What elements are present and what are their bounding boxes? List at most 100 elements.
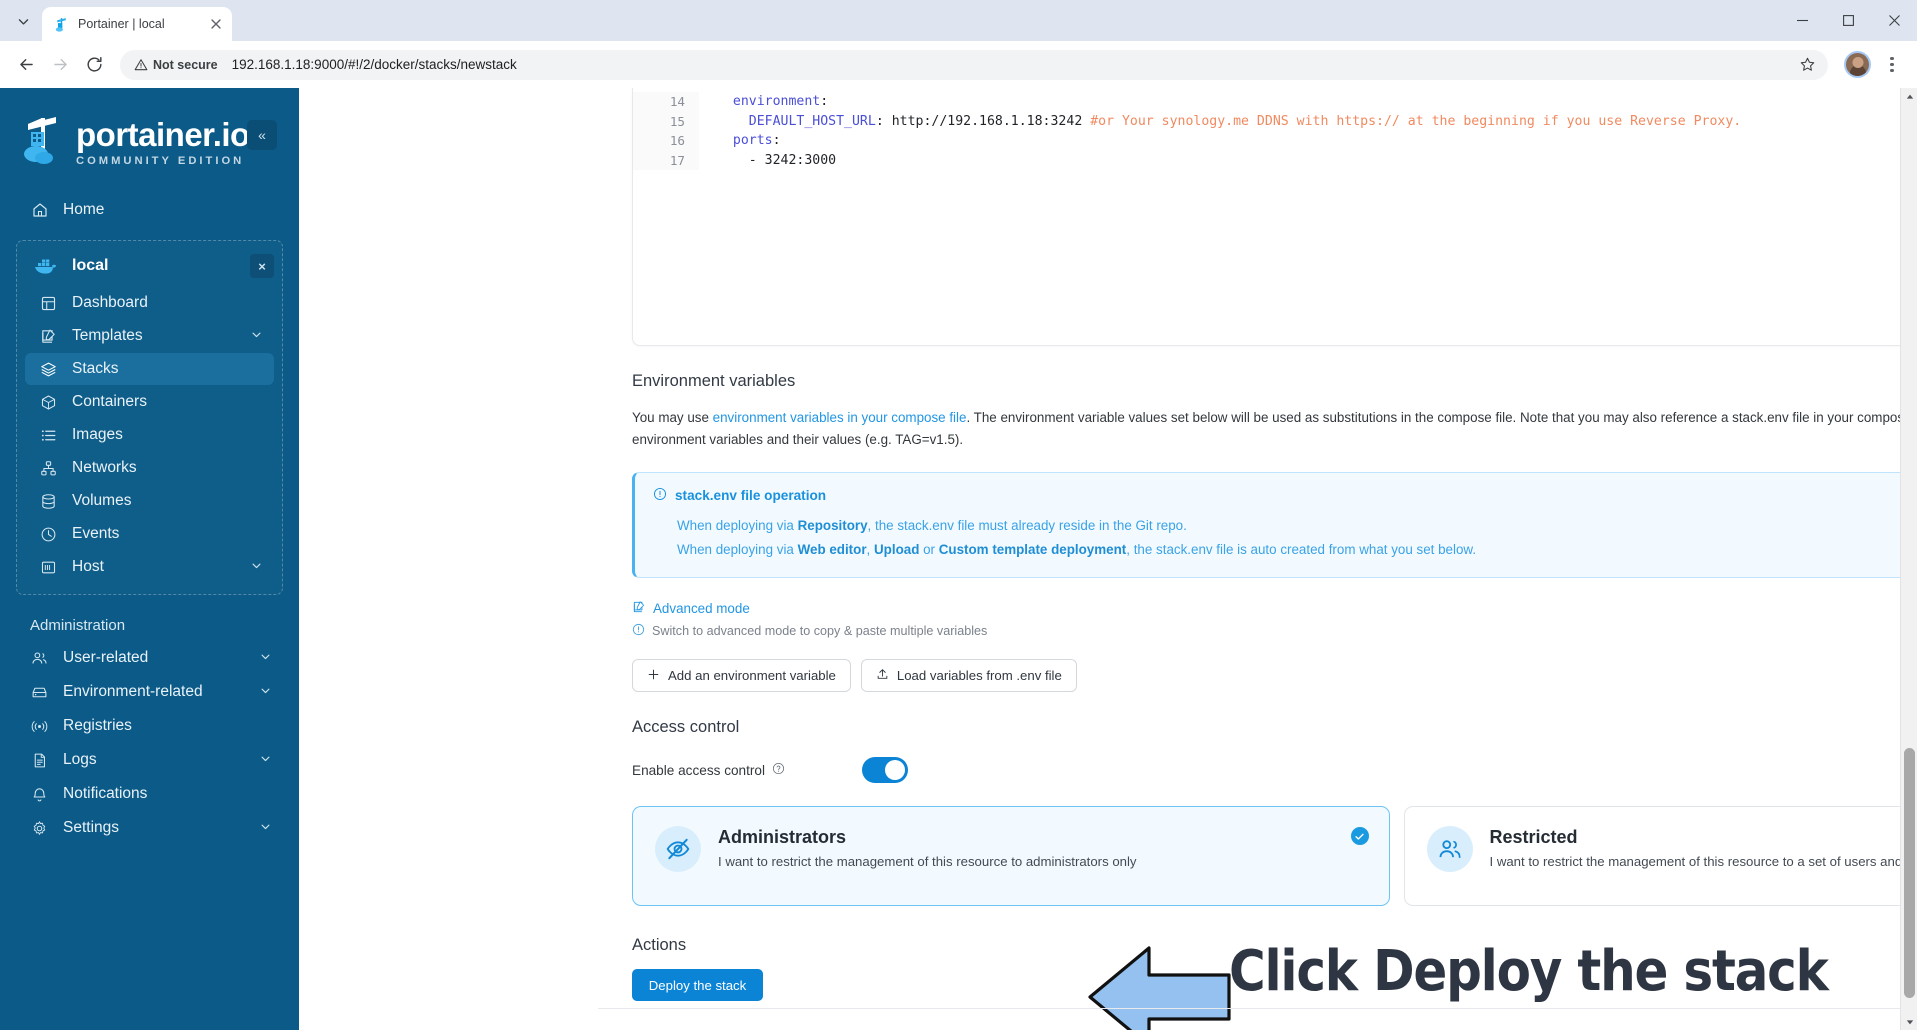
security-label: Not secure bbox=[153, 57, 218, 72]
stack-env-note: stack.env file operation When deploying … bbox=[632, 472, 1917, 579]
sidebar-item-user-related[interactable]: User-related bbox=[16, 642, 283, 674]
docker-icon bbox=[33, 256, 59, 276]
stacks-icon bbox=[39, 360, 58, 379]
maximize-button[interactable] bbox=[1825, 0, 1871, 41]
tab-search-dropdown-icon[interactable] bbox=[6, 4, 40, 38]
sidebar-item-home[interactable]: Home bbox=[16, 194, 283, 226]
sidebar-collapse-button[interactable]: « bbox=[247, 120, 277, 150]
brand-subtitle: COMMUNITY EDITION bbox=[76, 154, 245, 167]
brand-title: portainer.io bbox=[76, 115, 250, 153]
sidebar-item-label: Stacks bbox=[72, 360, 119, 377]
info-circle-icon bbox=[632, 623, 645, 639]
question-circle-icon[interactable] bbox=[772, 762, 785, 778]
access-option-radio-selected[interactable] bbox=[1350, 827, 1369, 846]
line-number: 16 bbox=[633, 131, 699, 151]
environment-items: Dashboard Templates Stacks Containers Im… bbox=[17, 287, 282, 583]
load-variables-from-env-file-button[interactable]: Load variables from .env file bbox=[860, 659, 1077, 693]
chevron-down-icon bbox=[251, 560, 262, 574]
sidebar: portainer.io COMMUNITY EDITION « Home lo… bbox=[0, 88, 299, 1030]
sidebar-item-environment-related[interactable]: Environment-related bbox=[16, 676, 283, 708]
line-number: 15 bbox=[633, 111, 699, 132]
templates-icon bbox=[39, 327, 58, 346]
sidebar-item-networks[interactable]: Networks bbox=[25, 452, 274, 484]
security-status[interactable]: Not secure bbox=[134, 58, 218, 72]
code-line: 17 - 3242:3000 bbox=[633, 150, 1917, 171]
chevron-down-icon bbox=[260, 685, 271, 699]
access-option-administrators[interactable]: Administrators I want to restrict the ma… bbox=[632, 806, 1390, 907]
browser-tab[interactable]: Portainer | local bbox=[42, 7, 232, 41]
access-option-title: Administrators bbox=[718, 827, 847, 848]
code-value: - 3242:3000 bbox=[748, 152, 837, 168]
sidebar-item-containers[interactable]: Containers bbox=[25, 386, 274, 418]
portainer-favicon-icon bbox=[53, 16, 70, 33]
plus-icon bbox=[647, 668, 660, 684]
sidebar-item-label: Host bbox=[72, 558, 104, 575]
profile-avatar[interactable] bbox=[1844, 51, 1871, 78]
address-bar[interactable]: Not secure 192.168.1.18:9000/#!/2/docker… bbox=[120, 49, 1828, 80]
logs-icon bbox=[30, 751, 49, 770]
portainer-logo-icon bbox=[18, 114, 70, 170]
env-variable-buttons: Add an environment variable Load variabl… bbox=[632, 659, 1917, 693]
gear-icon bbox=[30, 819, 49, 838]
sidebar-item-stacks[interactable]: Stacks bbox=[25, 353, 274, 385]
kebab-menu-icon[interactable] bbox=[1877, 50, 1907, 80]
reload-icon[interactable] bbox=[78, 49, 110, 81]
users-group-icon bbox=[1426, 826, 1473, 873]
close-icon[interactable]: × bbox=[250, 254, 274, 278]
code-line: 14 environment: bbox=[633, 92, 1917, 112]
sidebar-item-settings[interactable]: Settings bbox=[16, 812, 283, 844]
sidebar-item-label: Notifications bbox=[63, 785, 148, 802]
star-icon[interactable] bbox=[1794, 52, 1820, 78]
environment-name: local bbox=[72, 257, 109, 274]
home-icon bbox=[30, 201, 49, 220]
sidebar-item-registries[interactable]: Registries bbox=[16, 710, 283, 742]
main-content: 14 environment: 15 DEFAULT_HOST_URL: htt… bbox=[299, 88, 1917, 1030]
advanced-mode-link[interactable]: Advanced mode bbox=[632, 600, 1917, 617]
url-text: 192.168.1.18:9000/#!/2/docker/stacks/new… bbox=[231, 57, 517, 72]
deploy-the-stack-button[interactable]: Deploy the stack bbox=[632, 969, 763, 1002]
sidebar-item-notifications[interactable]: Notifications bbox=[16, 778, 283, 810]
code-line: 15 DEFAULT_HOST_URL: http://192.168.1.18… bbox=[633, 111, 1917, 132]
enable-access-control-row: Enable access control bbox=[632, 757, 1917, 784]
page-scrollbar[interactable] bbox=[1900, 88, 1917, 1030]
administration-nav: User-related Environment-related Registr… bbox=[0, 642, 299, 844]
access-option-title: Restricted bbox=[1489, 827, 1578, 848]
sidebar-item-dashboard[interactable]: Dashboard bbox=[25, 287, 274, 319]
sidebar-item-label: Containers bbox=[72, 393, 147, 410]
environment-header[interactable]: local × bbox=[17, 249, 282, 283]
sidebar-item-volumes[interactable]: Volumes bbox=[25, 485, 274, 517]
sidebar-item-events[interactable]: Events bbox=[25, 518, 274, 550]
scroll-up-arrow-icon[interactable] bbox=[1901, 88, 1917, 105]
code-text: DEFAULT_HOST_URL: http://192.168.1.18:32… bbox=[748, 113, 1742, 129]
page-body: portainer.io COMMUNITY EDITION « Home lo… bbox=[0, 88, 1917, 1030]
compose-file-link[interactable]: environment variables in your compose fi… bbox=[713, 410, 967, 425]
access-option-desc: I want to restrict the management of thi… bbox=[718, 853, 1137, 869]
code-value: http://192.168.1.18:3242 bbox=[883, 113, 1083, 129]
note-line-1: When deploying via Repository, the stack… bbox=[677, 518, 1187, 534]
scrollbar-thumb[interactable] bbox=[1904, 748, 1915, 998]
sidebar-item-label: Images bbox=[72, 426, 123, 443]
minimize-button[interactable] bbox=[1779, 0, 1825, 41]
tab-strip: Portainer | local bbox=[0, 0, 1917, 41]
sidebar-item-images[interactable]: Images bbox=[25, 419, 274, 451]
events-clock-icon bbox=[39, 525, 58, 544]
add-environment-variable-button[interactable]: Add an environment variable bbox=[632, 659, 851, 693]
sidebar-item-label: Environment-related bbox=[63, 683, 203, 700]
code-key: DEFAULT_HOST_URL bbox=[748, 113, 876, 129]
sidebar-item-label: Settings bbox=[63, 819, 120, 836]
enable-access-control-toggle[interactable] bbox=[862, 757, 908, 784]
images-icon bbox=[39, 426, 58, 445]
scroll-down-arrow-icon[interactable] bbox=[1901, 1013, 1917, 1030]
access-option-restricted[interactable]: Restricted I want to restrict the manage… bbox=[1403, 806, 1917, 907]
forward-arrow-icon[interactable] bbox=[44, 49, 76, 81]
sidebar-item-logs[interactable]: Logs bbox=[16, 744, 283, 776]
tab-close-icon[interactable] bbox=[207, 16, 224, 33]
editor-lines: 14 environment: 15 DEFAULT_HOST_URL: htt… bbox=[633, 88, 1917, 171]
sidebar-item-templates[interactable]: Templates bbox=[25, 320, 274, 352]
back-arrow-icon[interactable] bbox=[10, 49, 42, 81]
compose-editor[interactable]: 14 environment: 15 DEFAULT_HOST_URL: htt… bbox=[632, 88, 1917, 346]
sidebar-item-host[interactable]: Host bbox=[25, 551, 274, 583]
administration-label: Administration bbox=[30, 617, 126, 634]
brand-text: portainer.io COMMUNITY EDITION bbox=[76, 118, 250, 167]
close-window-button[interactable] bbox=[1871, 0, 1917, 41]
